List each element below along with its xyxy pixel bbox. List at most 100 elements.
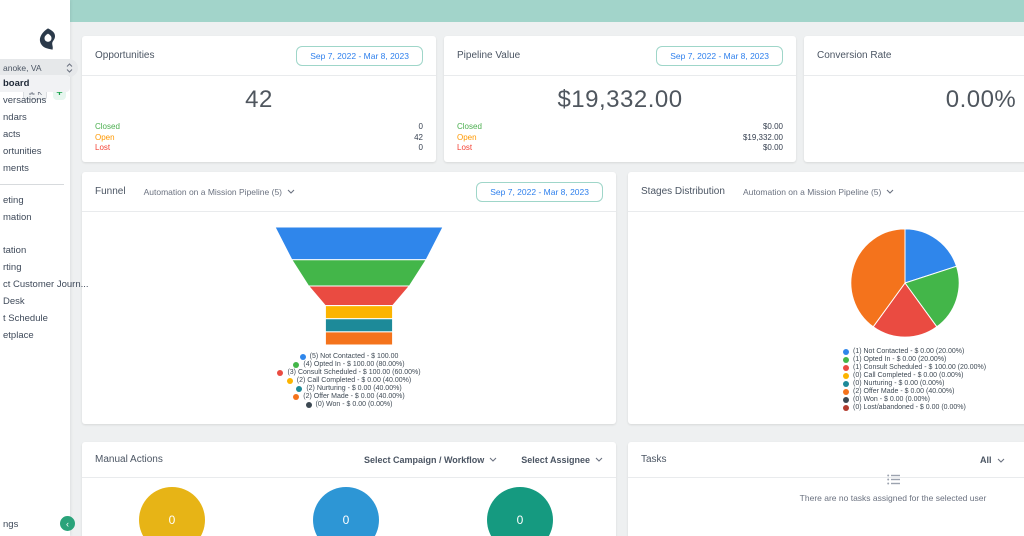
legend-item: (5) Not Contacted - $ 100.00 — [299, 353, 398, 360]
sidebar-item-automation[interactable]: mation — [0, 209, 70, 226]
sidebar-item-conversations[interactable]: versations — [0, 92, 70, 109]
card-header: Stages Distribution Automation on a Miss… — [628, 172, 1024, 212]
sidebar-item-settings[interactable]: ngs — [3, 519, 18, 530]
stages-distribution-card: Stages Distribution Automation on a Miss… — [628, 172, 1024, 424]
card-header: Manual Actions Select Campaign / Workflo… — [82, 442, 616, 478]
sidebar-item-help-desk[interactable]: Desk — [0, 293, 70, 310]
task-list-icon — [886, 474, 900, 485]
funnel-segment-nurturing — [324, 318, 394, 333]
legend-dot — [843, 404, 849, 411]
breakdown-label: Open — [95, 132, 115, 142]
manual-action-counter-2[interactable]: 0 — [313, 487, 379, 536]
sidebar-item-calendars[interactable]: ndars — [0, 109, 70, 126]
campaign-workflow-label: Select Campaign / Workflow — [363, 454, 485, 465]
manual-action-counter-1[interactable]: 0 — [139, 487, 205, 536]
legend-dot — [843, 396, 849, 403]
sidebar-item-marketing[interactable]: eting — [0, 192, 70, 209]
chevron-down-icon — [886, 189, 894, 194]
legend-label: (3) Consult Scheduled - $ 100.00 (60.00%… — [287, 369, 421, 376]
campaign-workflow-selector[interactable]: Select Campaign / Workflow — [364, 455, 497, 465]
sidebar-item-reporting[interactable]: rting — [0, 259, 70, 276]
sidebar-item-dashboard[interactable]: board — [0, 75, 70, 92]
legend-item: (3) Consult Scheduled - $ 100.00 (60.00%… — [277, 369, 421, 376]
legend-dot — [843, 356, 849, 363]
card-title: Stages Distribution — [641, 186, 725, 197]
breakdown-row: Open $19,332.00 — [457, 133, 783, 144]
legend-dot — [296, 385, 303, 392]
legend-dot — [843, 372, 849, 379]
legend-item: (0) Won - $ 0.00 (0.00%) — [305, 401, 393, 408]
opportunities-card: Opportunities Sep 7, 2022 - Mar 8, 2023 … — [82, 36, 436, 162]
pipeline-selector-label: Automation on a Mission Pipeline (5) — [143, 186, 283, 197]
manual-actions-card: Manual Actions Select Campaign / Workflo… — [82, 442, 616, 536]
legend-label: (0) Lost/abandoned - $ 0.00 (0.00%) — [853, 404, 966, 411]
chevron-down-icon — [997, 458, 1004, 463]
card-title: Funnel — [95, 186, 126, 197]
sidebar-collapse-button[interactable]: ‹ — [60, 516, 75, 531]
sidebar-item-customer-journey[interactable]: ct Customer Journ... — [0, 276, 89, 293]
breakdown-value: 0 — [418, 143, 423, 152]
card-header: Funnel Automation on a Mission Pipeline … — [82, 172, 616, 212]
sidebar-nav: board versations ndars acts ortunities ments e… — [0, 75, 89, 344]
pie-legend: (1) Not Contacted - $ 0.00 (20.00%) (1) O… — [843, 348, 986, 412]
card-title: Opportunities — [95, 50, 155, 61]
funnel-chart — [274, 227, 444, 345]
manual-action-counter-3[interactable]: 0 — [487, 487, 553, 536]
location-label: anoke, VA — [3, 63, 42, 73]
breakdown-value: 0 — [418, 122, 423, 131]
breakdown-list: Closed $0.00 Open $19,332.00 Lost $0.00 — [444, 114, 796, 154]
card-header: Opportunities Sep 7, 2022 - Mar 8, 2023 — [82, 36, 436, 76]
tasks-empty-state: There are no tasks assigned for the sele… — [628, 472, 1024, 503]
legend-label: (0) Nurturing - $ 0.00 (0.00%) — [853, 380, 945, 387]
breakdown-label: Closed — [95, 122, 120, 131]
legend-item: (2) Offer Made - $ 0.00 (40.00%) — [293, 393, 405, 400]
sidebar-item-schedule[interactable]: t Schedule — [0, 310, 70, 327]
breakdown-row: Lost 0 — [95, 143, 423, 154]
funnel-segment-not-contacted — [274, 227, 444, 261]
tasks-filter-selector[interactable]: All — [980, 455, 1005, 465]
legend-dot — [277, 369, 284, 376]
pipeline-selector[interactable]: Automation on a Mission Pipeline (5) — [743, 187, 894, 197]
pipeline-value: $19,332.00 — [557, 86, 683, 113]
legend-label: (1) Not Contacted - $ 0.00 (20.00%) — [853, 348, 965, 355]
opportunities-value: 42 — [245, 86, 273, 113]
legend-label: (0) Won - $ 0.00 (0.00%) — [853, 396, 930, 403]
pipeline-selector[interactable]: Automation on a Mission Pipeline (5) — [144, 187, 295, 197]
legend-item: (0) Call Completed - $ 0.00 (0.00%) — [843, 372, 964, 379]
card-header: Pipeline Value Sep 7, 2022 - Mar 8, 2023 — [444, 36, 796, 76]
date-range-button[interactable]: Sep 7, 2022 - Mar 8, 2023 — [296, 45, 423, 66]
breakdown-label: Open — [457, 132, 477, 142]
funnel-segment-call-completed — [324, 305, 394, 320]
sidebar-item-contacts[interactable]: acts — [0, 126, 70, 143]
sidebar-item-marketplace[interactable]: etplace — [0, 327, 70, 344]
legend-label: (2) Offer Made - $ 0.00 (40.00%) — [303, 393, 405, 400]
date-range-button[interactable]: Sep 7, 2022 - Mar 8, 2023 — [476, 181, 603, 202]
breakdown-row: Lost $0.00 — [457, 143, 783, 154]
date-range-button[interactable]: Sep 7, 2022 - Mar 8, 2023 — [656, 45, 783, 66]
assignee-selector[interactable]: Select Assignee — [521, 455, 603, 465]
breakdown-row: Open 42 — [95, 133, 423, 144]
legend-item: (1) Consult Scheduled - $ 100.00 (20.00%… — [843, 364, 986, 371]
app-logo-icon[interactable] — [34, 26, 62, 54]
chevron-updown-icon — [66, 63, 73, 73]
chevron-down-icon — [287, 189, 295, 194]
legend-item: (0) Lost/abandoned - $ 0.00 (0.00%) — [843, 404, 966, 411]
assignee-label: Select Assignee — [521, 454, 590, 465]
sidebar-item-reputation[interactable]: tation — [0, 242, 70, 259]
sidebar: anoke, VA ⌘ K + board versations ndars acts… — [0, 0, 89, 536]
sidebar-item-payments[interactable]: ments — [0, 160, 70, 177]
pipeline-selector-label: Automation on a Mission Pipeline (5) — [742, 186, 882, 197]
breakdown-value: $0.00 — [762, 122, 783, 131]
legend-dot — [843, 380, 849, 387]
legend-dot — [293, 361, 300, 368]
sidebar-item-opportunities[interactable]: ortunities — [0, 143, 70, 160]
legend-label: (0) Won - $ 0.00 (0.00%) — [315, 401, 393, 408]
legend-dot — [843, 348, 849, 355]
chevron-down-icon — [595, 457, 603, 462]
legend-item: (1) Not Contacted - $ 0.00 (20.00%) — [843, 348, 964, 355]
breakdown-value: $19,332.00 — [742, 132, 783, 142]
funnel-segment-offer-made — [324, 331, 394, 345]
legend-item: (0) Won - $ 0.00 (0.00%) — [843, 396, 930, 403]
sidebar-divider — [0, 184, 64, 185]
